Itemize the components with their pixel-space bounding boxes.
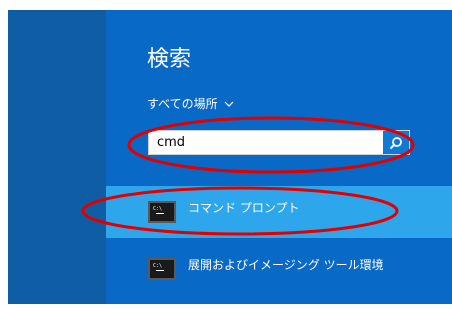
result-label: コマンド プロンプト (188, 200, 300, 215)
search-icon (389, 136, 402, 149)
start-screen-background (8, 10, 106, 304)
search-input[interactable] (149, 131, 381, 154)
result-deployment-imaging-tools[interactable]: C:\ 展開およびイメージング ツール環境 (106, 243, 452, 295)
result-command-prompt[interactable]: C:\ コマンド プロンプト (106, 186, 452, 238)
result-label: 展開およびイメージング ツール環境 (188, 257, 384, 272)
screenshot-frame: 検索 すべての場所 C:\ コマンド プロンプト C:\ 展開およびイメージング… (0, 0, 452, 310)
search-box[interactable] (148, 130, 410, 155)
search-scope-label: すべての場所 (147, 97, 218, 111)
command-prompt-icon: C:\ (148, 201, 176, 223)
search-scope-dropdown[interactable]: すべての場所 (147, 96, 234, 112)
command-prompt-icon: C:\ (148, 258, 176, 280)
search-button[interactable] (383, 131, 409, 154)
chevron-down-icon (224, 101, 234, 107)
search-title: 検索 (147, 47, 192, 72)
